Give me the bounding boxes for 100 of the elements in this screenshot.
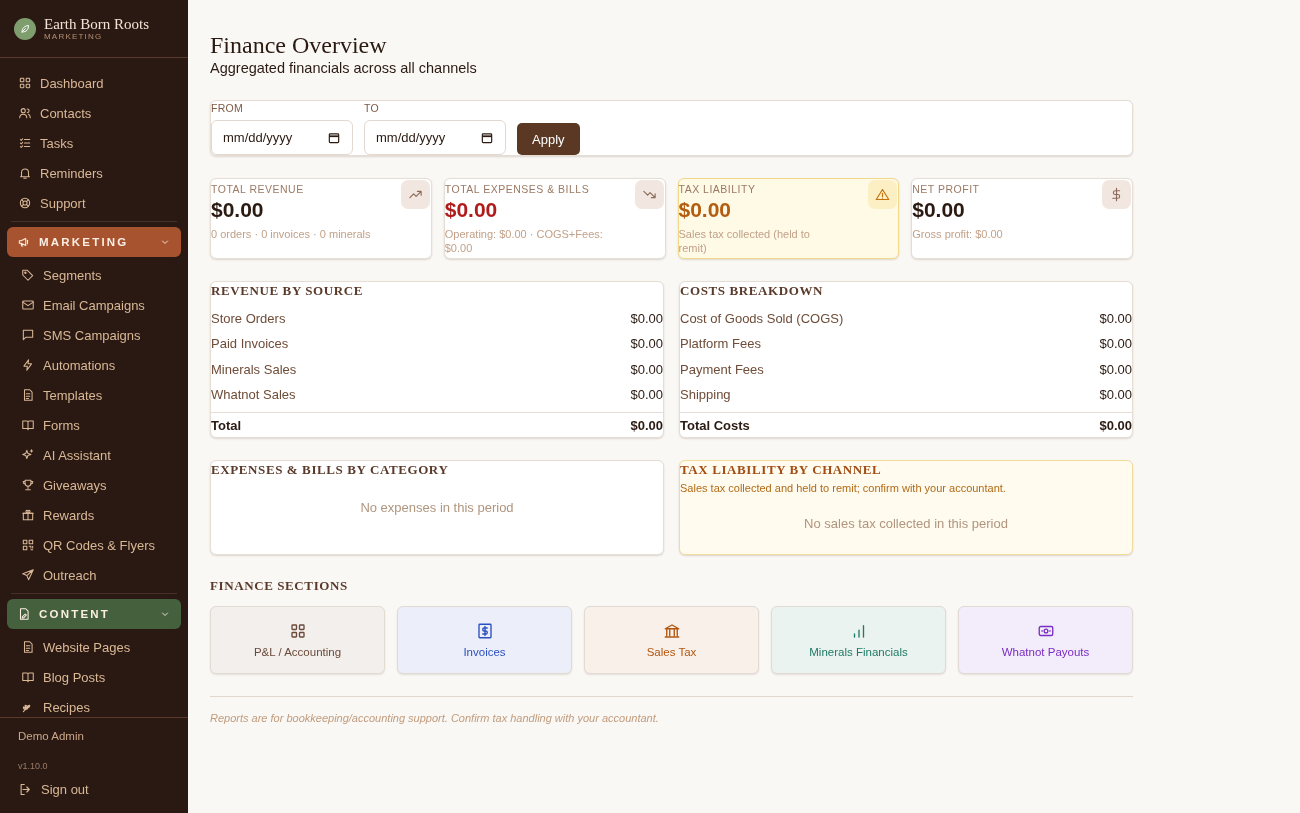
disclaimer-text: Reports are for bookkeeping/accounting support. Confirm tax handling with your accountant. — [210, 712, 660, 725]
stat-value: $0.00 — [211, 198, 265, 222]
nav-section-header[interactable]: CONTENT — [7, 599, 181, 629]
row-value: $0.00 — [630, 311, 663, 327]
section-tile[interactable]: Invoices — [397, 606, 572, 675]
checklist-icon — [18, 136, 32, 150]
sidebar-item[interactable]: Blog Posts — [7, 662, 181, 692]
row-label: Platform Fees — [680, 336, 761, 352]
section-tile[interactable]: Minerals Financials — [771, 606, 946, 675]
sidebar-item[interactable]: Contacts — [7, 98, 181, 128]
stat-note: Gross profit: $0.00 — [912, 227, 1004, 241]
grid-icon — [288, 622, 307, 641]
sidebar-item[interactable]: Tasks — [7, 128, 181, 158]
receipt-icon — [475, 622, 494, 641]
sidebar-item[interactable]: QR Codes & Flyers — [7, 530, 181, 560]
date-field[interactable]: mm/dd/yyyy — [364, 120, 506, 155]
row-label: Paid Invoices — [211, 336, 289, 352]
sign-out-icon — [18, 782, 33, 797]
empty-message: No expenses in this period — [359, 500, 515, 516]
sidebar-item[interactable]: Automations — [7, 350, 181, 380]
open-book-icon — [21, 670, 35, 684]
grid-icon — [18, 76, 32, 90]
sidebar-item[interactable]: Support — [7, 188, 181, 218]
stat-label: TOTAL EXPENSES & BILLS — [444, 183, 591, 195]
section-title: FINANCE SECTIONS — [210, 578, 349, 595]
page-subtitle: Aggregated financials across all channels — [210, 60, 478, 76]
empty-message: No sales tax collected in this period — [803, 516, 1009, 532]
apply-button[interactable]: Apply — [517, 123, 580, 155]
stat-note: Operating: $0.00 · COGS+Fees: $0.00 — [444, 227, 604, 255]
sidebar-item[interactable]: Outreach — [7, 560, 181, 590]
bank-icon — [662, 622, 681, 641]
card-title: EXPENSES & BILLS BY CATEGORY — [211, 462, 450, 479]
warning-icon — [868, 180, 898, 209]
paper-plane-icon — [21, 568, 35, 582]
row-label: Store Orders — [211, 311, 286, 327]
sidebar-item[interactable]: Recipes — [7, 692, 181, 717]
row-value: $0.00 — [1099, 387, 1132, 403]
stat-label: NET PROFIT — [912, 183, 981, 195]
sidebar-item[interactable]: Forms — [7, 410, 181, 440]
sidebar-item[interactable]: Reminders — [7, 158, 181, 188]
sidebar-item[interactable]: Website Pages — [7, 632, 181, 662]
gift-icon — [21, 508, 35, 522]
brand-name: Earth Born Roots — [44, 16, 149, 32]
bell-icon — [18, 166, 32, 180]
row-label: Cost of Goods Sold (COGS) — [680, 311, 844, 327]
card-title: COSTS BREAKDOWN — [680, 283, 824, 299]
stat-label: TOTAL REVENUE — [211, 183, 305, 195]
sidebar-item[interactable]: Email Campaigns — [7, 290, 181, 320]
file-pen-icon — [17, 607, 31, 621]
field-label: FROM — [211, 102, 244, 114]
row-value: $0.00 — [630, 361, 663, 377]
date-field[interactable]: mm/dd/yyyy — [211, 120, 353, 155]
row-value: $0.00 — [1099, 311, 1132, 327]
total-value: $0.00 — [630, 417, 663, 433]
card-title: TAX LIABILITY BY CHANNEL — [680, 462, 883, 479]
stat-value: $0.00 — [444, 198, 499, 222]
document-icon — [21, 640, 35, 654]
calendar-icon — [327, 130, 341, 145]
tag-icon — [21, 268, 35, 282]
row-value: $0.00 — [630, 387, 663, 403]
lifebuoy-icon — [18, 196, 32, 210]
sparkle-icon — [21, 448, 35, 462]
section-tile[interactable]: Sales Tax — [584, 606, 759, 675]
stat-note: 0 orders · 0 invoices · 0 minerals — [211, 227, 372, 241]
document-icon — [21, 388, 35, 402]
section-tile[interactable]: P&L / Accounting — [210, 606, 385, 675]
sidebar-item[interactable]: SMS Campaigns — [7, 320, 181, 350]
lightning-icon — [21, 358, 35, 372]
stat-value: $0.00 — [912, 198, 966, 222]
section-tile[interactable]: Whatnot Payouts — [958, 606, 1133, 675]
field-label: TO — [364, 102, 379, 114]
nav-section-header[interactable]: MARKETING — [7, 227, 181, 257]
chat-bubble-icon — [21, 328, 35, 342]
row-label: Shipping — [680, 387, 731, 403]
page-title: Finance Overview — [210, 31, 388, 60]
total-label: Total Costs — [680, 417, 750, 433]
stat-note: Sales tax collected (held to remit) — [678, 227, 811, 255]
sidebar-item[interactable]: Dashboard — [7, 68, 181, 98]
row-label: Whatnot Sales — [211, 387, 296, 403]
sidebar-item[interactable]: Segments — [7, 260, 181, 290]
megaphone-icon — [17, 235, 31, 249]
sidebar-item[interactable]: AI Assistant — [7, 440, 181, 470]
row-value: $0.00 — [1099, 361, 1132, 377]
row-value: $0.00 — [630, 336, 663, 352]
version-text: v1.10.0 — [18, 761, 49, 771]
calendar-icon — [480, 130, 494, 145]
sign-out-link[interactable]: Sign out — [18, 782, 170, 797]
users-icon — [18, 106, 32, 120]
row-value: $0.00 — [1099, 336, 1132, 352]
card-title: REVENUE BY SOURCE — [211, 283, 365, 299]
user-name: Demo Admin — [18, 730, 85, 742]
total-value: $0.00 — [1099, 417, 1132, 433]
sidebar-item[interactable]: Templates — [7, 380, 181, 410]
panel-note: Sales tax collected and held to remit; confirm with your accountant. — [680, 482, 1007, 495]
sidebar-item[interactable]: Rewards — [7, 500, 181, 530]
open-book-icon — [21, 418, 35, 432]
row-label: Payment Fees — [680, 361, 764, 377]
trophy-icon — [21, 478, 35, 492]
brand-subtitle: MARKETING — [44, 32, 104, 41]
sidebar-item[interactable]: Giveaways — [7, 470, 181, 500]
